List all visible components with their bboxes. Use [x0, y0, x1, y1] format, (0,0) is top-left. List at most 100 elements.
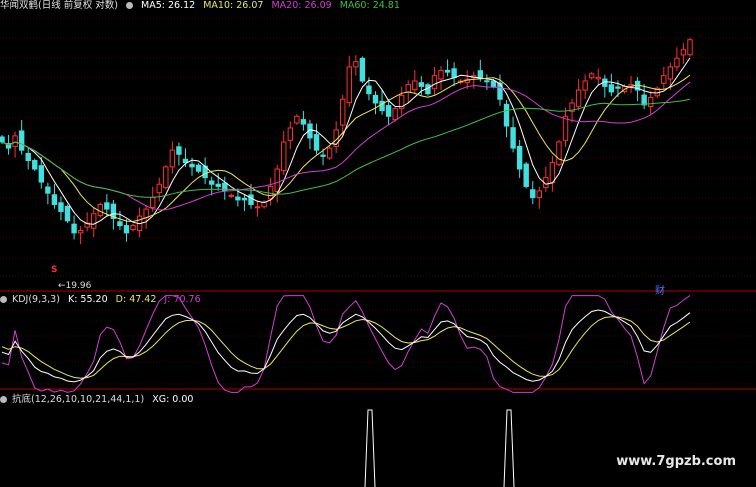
- stock-chart: [0, 17, 756, 487]
- candle-body: [241, 197, 248, 201]
- candle-body: [45, 186, 51, 194]
- candle-body: [32, 160, 38, 170]
- candle-body: [477, 70, 484, 78]
- candle-body: [163, 166, 169, 189]
- candle-body: [647, 96, 654, 108]
- candle-body: [385, 105, 392, 117]
- candle-body: [418, 82, 425, 87]
- candle-body: [372, 94, 379, 104]
- candle-body: [208, 180, 215, 185]
- candle-body: [228, 194, 235, 197]
- kdj-d-value: D: 47.42: [115, 294, 157, 305]
- signal-mark: S: [51, 265, 58, 275]
- candle-body: [641, 94, 647, 106]
- candle-body: [490, 80, 497, 87]
- candle-body: [25, 152, 31, 162]
- candle-body: [530, 189, 536, 199]
- candle-body: [667, 66, 674, 80]
- candle-body: [287, 127, 294, 141]
- candle-body: [294, 115, 300, 124]
- settings-dot-icon[interactable]: [0, 396, 7, 403]
- settings-dot-icon[interactable]: [125, 2, 133, 9]
- candle-body: [38, 165, 45, 183]
- candle-body: [392, 108, 398, 121]
- main-title: 华闻双鹤(日线 前复权 对数): [0, 0, 118, 11]
- main-panel-header: 华闻双鹤(日线 前复权 对数) MA5: 26.12 MA10: 26.07 M…: [0, 0, 405, 12]
- candle-body: [300, 119, 307, 125]
- finance-event-mark[interactable]: 财: [655, 282, 665, 297]
- candle-body: [503, 103, 510, 127]
- candle-body: [536, 190, 542, 199]
- candle-body: [143, 208, 149, 219]
- candle-body: [549, 162, 556, 184]
- candle-body: [104, 202, 110, 210]
- candle-body: [182, 158, 189, 164]
- candle-body: [556, 141, 562, 165]
- candle-body: [326, 147, 333, 159]
- candle-body: [359, 57, 366, 82]
- candle-body: [687, 39, 693, 56]
- candle-body: [215, 183, 221, 187]
- candle-body: [71, 223, 77, 234]
- candle-body: [431, 75, 438, 90]
- candle-body: [156, 183, 162, 194]
- candle-body: [130, 225, 136, 231]
- candle-body: [366, 85, 372, 95]
- kdj-title: KDJ(9,3,3): [12, 294, 60, 305]
- candle-body: [451, 68, 457, 78]
- candle-body: [0, 136, 5, 143]
- xg-spike: [503, 409, 515, 487]
- candle-body: [254, 206, 261, 209]
- candle-body: [195, 164, 202, 172]
- candle-body: [313, 134, 320, 151]
- settings-dot-icon[interactable]: [0, 296, 7, 303]
- candle-body: [320, 154, 326, 157]
- candle-body: [123, 225, 130, 234]
- candle-body: [595, 76, 601, 80]
- kd-title: 抗底(12,26,10,10,21,44,1,1): [12, 394, 145, 405]
- candle-body: [281, 141, 287, 172]
- candle-body: [274, 168, 280, 192]
- kdj-j-value: J: 70.76: [164, 294, 201, 305]
- candle-body: [661, 75, 667, 84]
- candle-body: [484, 80, 490, 83]
- ma60-value: MA60: 24.81: [339, 0, 400, 11]
- candle-body: [346, 66, 352, 104]
- candle-body: [169, 149, 176, 168]
- candle-body: [680, 49, 687, 56]
- ma5-value: MA5: 26.12: [141, 0, 196, 11]
- candle-body: [91, 213, 97, 229]
- candle-body: [12, 135, 18, 147]
- ma60-line: [1, 98, 691, 198]
- candle-body: [51, 194, 58, 205]
- candle-body: [674, 57, 680, 68]
- candle-body: [176, 146, 182, 155]
- low-price-label: ←19.96: [58, 281, 92, 291]
- candle-body: [405, 84, 411, 93]
- kdj-panel-header: KDJ(9,3,3) K: 55.20 D: 47.42 J: 70.76: [0, 294, 206, 306]
- candle-body: [64, 205, 71, 222]
- ma10-line: [1, 74, 691, 223]
- candle-body: [58, 202, 64, 212]
- candle-body: [77, 229, 84, 234]
- kdj-d-line: [1, 316, 691, 379]
- candle-body: [444, 69, 451, 73]
- candle-body: [353, 61, 359, 68]
- candle-body: [150, 197, 156, 208]
- candle-body: [340, 98, 346, 126]
- candle-body: [18, 130, 25, 151]
- ma10-value: MA10: 26.07: [203, 0, 264, 11]
- candle-body: [516, 145, 523, 170]
- candle-body: [235, 196, 241, 201]
- candle-body: [575, 89, 582, 107]
- candle-body: [615, 86, 621, 89]
- candle-body: [97, 203, 103, 216]
- watermark: www.7gpzb.com: [616, 454, 736, 469]
- candle-body: [248, 194, 254, 205]
- candle-body: [117, 221, 123, 227]
- candle-body: [589, 73, 595, 79]
- kd-panel-header: 抗底(12,26,10,10,21,44,1,1) XG: 0.00: [0, 394, 198, 406]
- candle-body: [438, 69, 444, 80]
- xg-spike: [364, 409, 376, 487]
- candle-body: [582, 80, 588, 91]
